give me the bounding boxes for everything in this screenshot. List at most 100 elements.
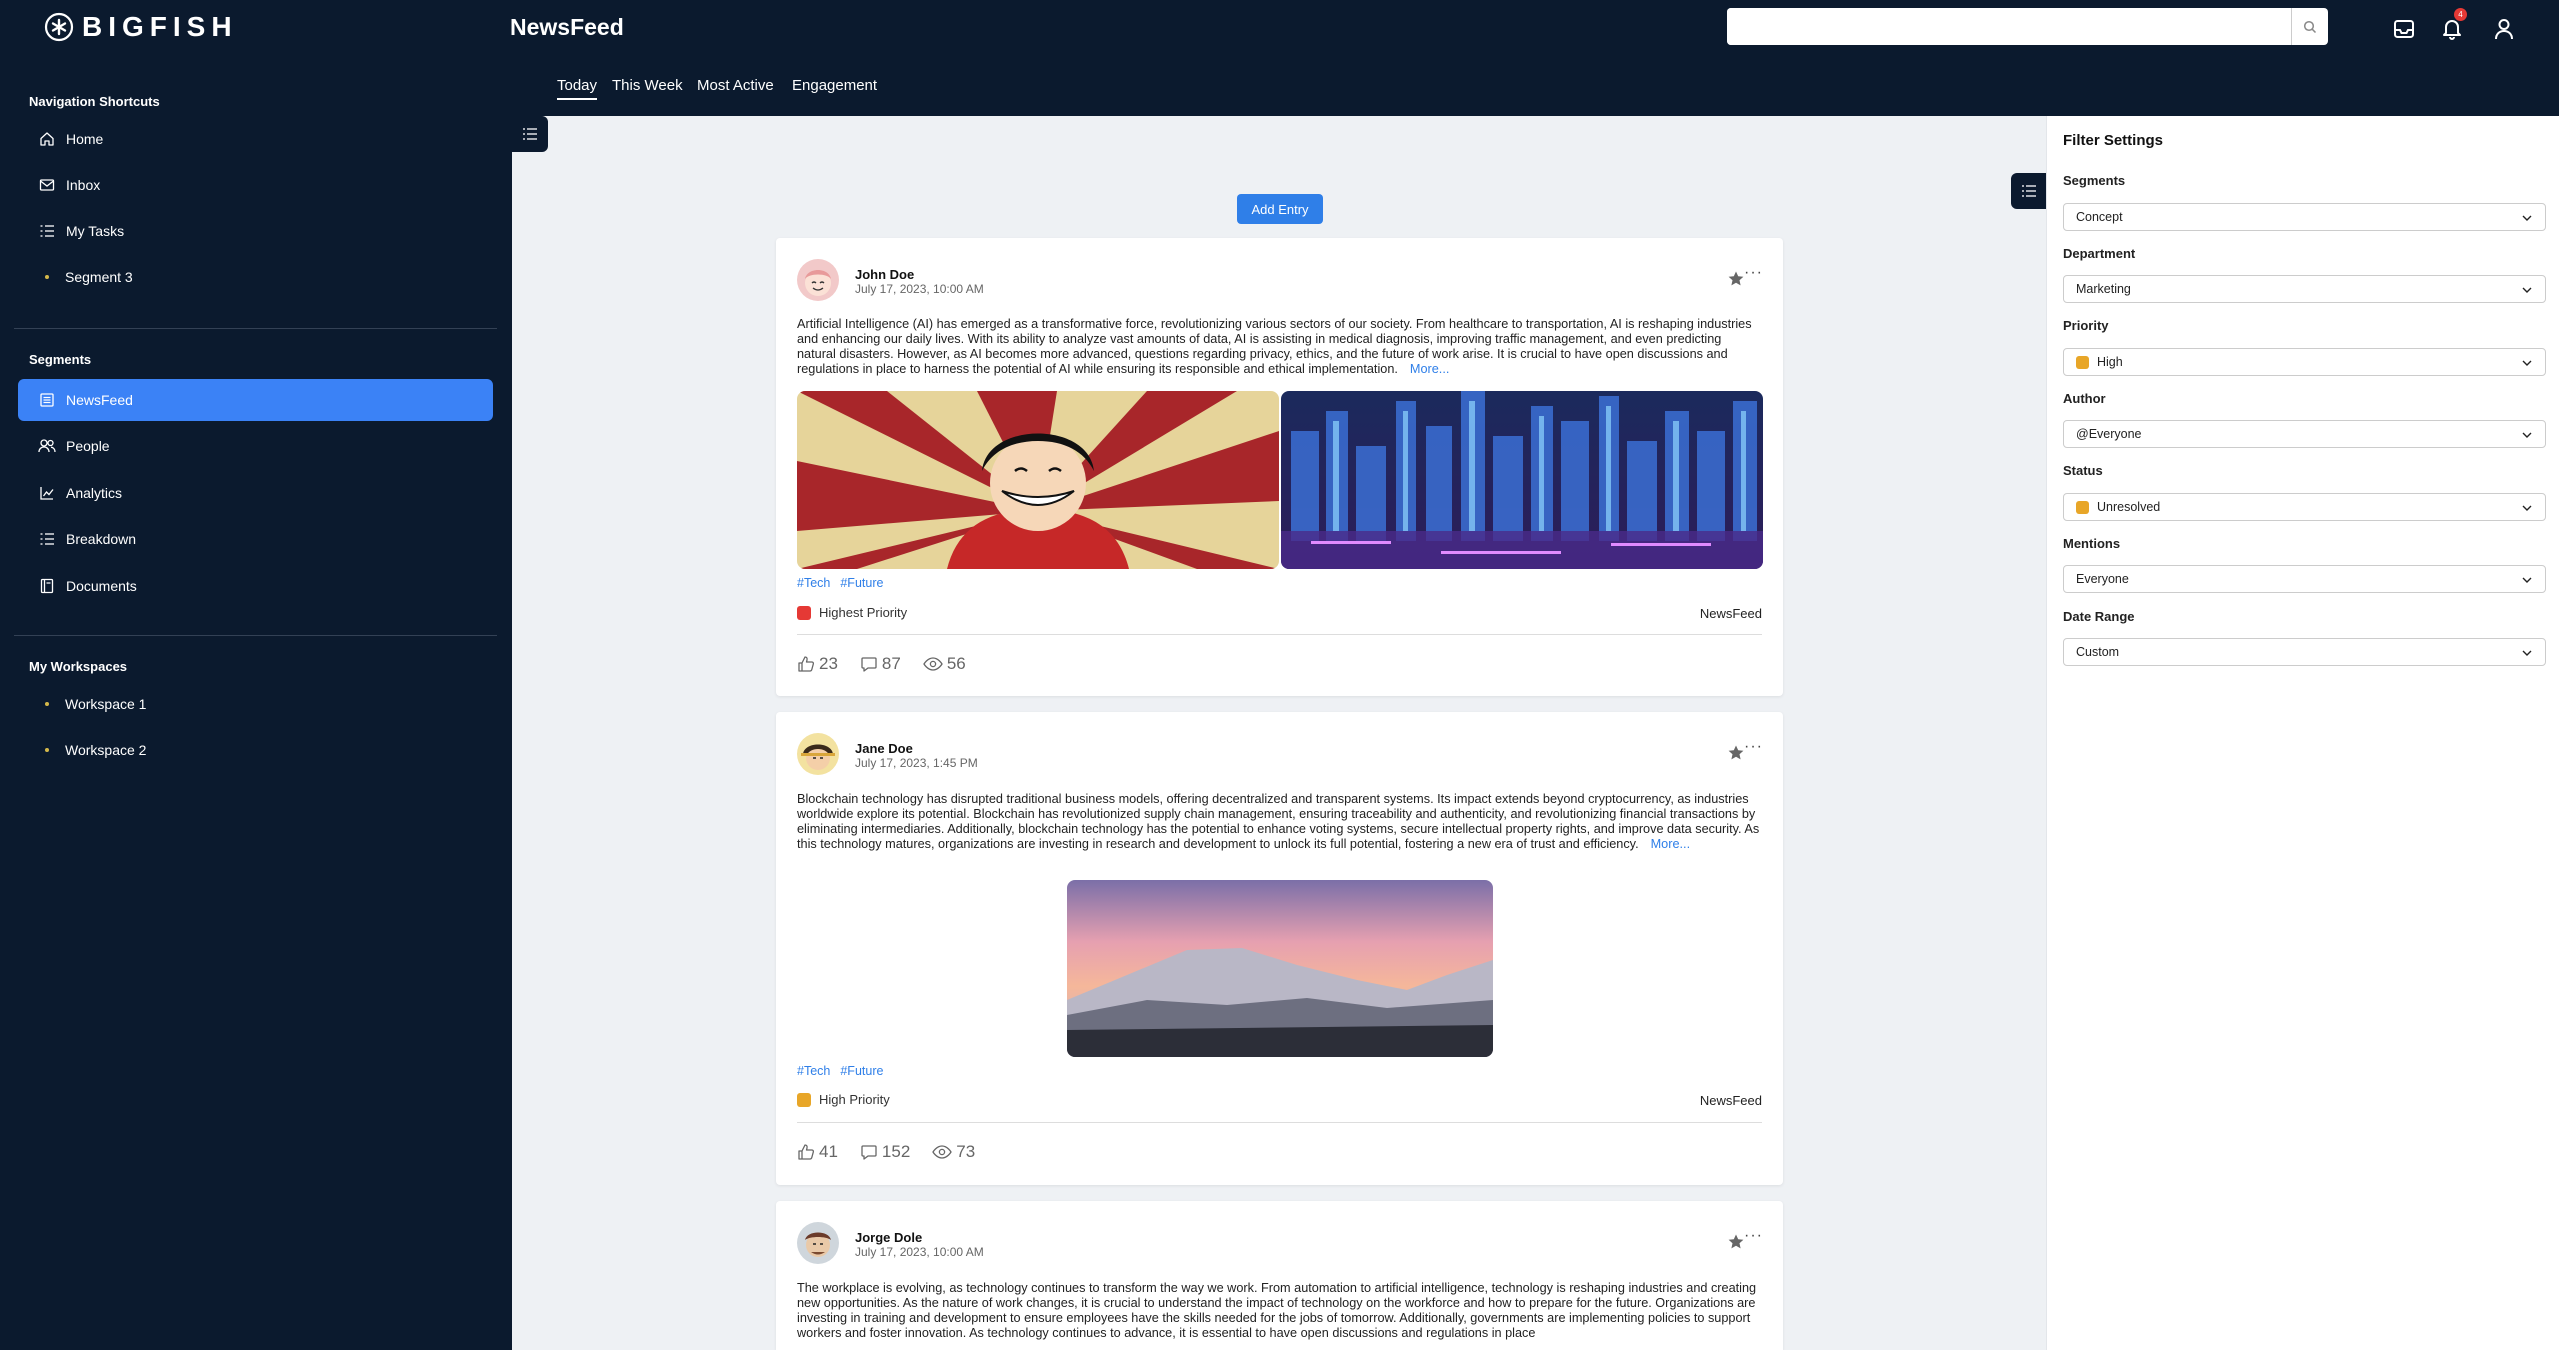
divider <box>797 1122 1762 1123</box>
sidebar-item-segment-3[interactable]: Segment 3 <box>18 256 493 298</box>
avatar[interactable] <box>797 259 839 301</box>
select-value: High <box>2097 355 2123 369</box>
tab-most-active[interactable]: Most Active <box>697 77 774 98</box>
sidebar-item-home[interactable]: Home <box>18 118 493 160</box>
star-icon[interactable] <box>1727 1233 1745 1251</box>
priority-swatch <box>2076 355 2089 369</box>
search-button[interactable] <box>2291 8 2328 45</box>
select-value: Concept <box>2076 210 2123 224</box>
sidebar-item-documents[interactable]: Documents <box>18 565 493 607</box>
shortcuts-title: Navigation Shortcuts <box>29 94 160 109</box>
view-count: 56 <box>946 654 966 673</box>
document-icon <box>38 577 56 595</box>
more-link[interactable]: More... <box>1410 362 1449 376</box>
filter-label-status: Status <box>2063 463 2103 478</box>
comment-button[interactable]: 152 <box>860 1142 910 1162</box>
left-panel-toggle[interactable] <box>512 116 548 152</box>
mentions-select[interactable]: Everyone <box>2063 565 2546 593</box>
star-icon[interactable] <box>1727 744 1745 762</box>
department-select[interactable]: Marketing <box>2063 275 2546 303</box>
sidebar-item-workspace-1[interactable]: Workspace 1 <box>18 683 493 725</box>
search-input[interactable] <box>1727 8 2291 45</box>
tab-bar: Today This Week Most Active Engagement <box>512 58 2559 116</box>
post-date: July 17, 2023, 1:45 PM <box>855 756 978 770</box>
workspaces-title: My Workspaces <box>29 659 128 674</box>
brand-logo[interactable]: BIGFISH <box>44 10 238 44</box>
notifications-button[interactable]: 4 <box>2435 8 2469 46</box>
search-bar <box>1727 8 2328 45</box>
sidebar-item-analytics[interactable]: Analytics <box>18 472 493 514</box>
star-icon[interactable] <box>1727 270 1745 288</box>
thumbs-up-icon <box>798 656 815 672</box>
status-select[interactable]: Unresolved <box>2063 493 2546 521</box>
like-button[interactable]: 23 <box>797 654 838 674</box>
tag-link[interactable]: #Tech <box>797 1064 830 1078</box>
post-image-anime[interactable] <box>797 391 1279 569</box>
divider <box>797 634 1762 635</box>
post-card: Jane Doe July 17, 2023, 1:45 PM ··· Bloc… <box>776 712 1783 1185</box>
avatar[interactable] <box>797 733 839 775</box>
more-link[interactable]: More... <box>1651 837 1690 851</box>
priority-label: High Priority <box>819 1092 890 1107</box>
views-indicator: 73 <box>932 1142 975 1162</box>
bell-icon <box>2443 20 2461 40</box>
bullet-icon <box>45 275 49 279</box>
mail-icon <box>38 176 56 194</box>
post-card: John Doe July 17, 2023, 10:00 AM ··· Art… <box>776 238 1783 696</box>
comment-button[interactable]: 87 <box>860 654 901 674</box>
profile-button[interactable] <box>2487 12 2521 46</box>
sidebar-item-label: People <box>66 438 110 454</box>
eye-icon <box>932 1145 953 1159</box>
post-author[interactable]: John Doe <box>855 267 914 282</box>
sidebar-item-people[interactable]: People <box>18 425 493 467</box>
date-range-select[interactable]: Custom <box>2063 638 2546 666</box>
select-value: @Everyone <box>2076 427 2142 441</box>
more-options-icon[interactable]: ··· <box>1744 1227 1763 1245</box>
sidebar-item-workspace-2[interactable]: Workspace 2 <box>18 729 493 771</box>
filter-label-author: Author <box>2063 391 2106 406</box>
tab-this-week[interactable]: This Week <box>612 77 683 98</box>
tag-link[interactable]: #Future <box>840 1064 883 1078</box>
post-image-city[interactable] <box>1281 391 1763 569</box>
select-value: Unresolved <box>2097 500 2161 514</box>
sidebar-item-breakdown[interactable]: Breakdown <box>18 518 493 560</box>
sidebar-item-my-tasks[interactable]: My Tasks <box>18 210 493 252</box>
more-options-icon[interactable]: ··· <box>1744 264 1763 282</box>
inbox-button[interactable] <box>2387 12 2421 46</box>
like-button[interactable]: 41 <box>797 1142 838 1162</box>
sidebar-item-inbox[interactable]: Inbox <box>18 164 493 206</box>
segments-select[interactable]: Concept <box>2063 203 2546 231</box>
tab-today[interactable]: Today <box>557 77 598 100</box>
post-section: NewsFeed <box>1699 1093 1762 1108</box>
sidebar-item-label: Analytics <box>66 485 123 501</box>
chevron-down-icon <box>2522 215 2532 221</box>
more-options-icon[interactable]: ··· <box>1744 738 1763 756</box>
list-icon <box>523 128 537 140</box>
chevron-down-icon <box>2522 577 2532 583</box>
post-text: Blockchain technology has disrupted trad… <box>797 792 1760 851</box>
chevron-down-icon <box>2522 650 2532 656</box>
post-author[interactable]: Jorge Dole <box>855 1230 922 1245</box>
sidebar-item-label: Segment 3 <box>65 269 133 285</box>
views-indicator: 56 <box>923 654 966 674</box>
tab-engagement[interactable]: Engagement <box>792 77 877 98</box>
post-image-mountain[interactable] <box>1067 880 1493 1057</box>
add-entry-button[interactable]: Add Entry <box>1237 194 1323 224</box>
sidebar-item-newsfeed[interactable]: NewsFeed <box>18 379 493 421</box>
comment-count: 87 <box>881 654 901 673</box>
filter-label-mentions: Mentions <box>2063 536 2121 551</box>
tag-link[interactable]: #Tech <box>797 576 830 590</box>
author-select[interactable]: @Everyone <box>2063 420 2546 448</box>
post-body: Artificial Intelligence (AI) has emerged… <box>797 317 1762 377</box>
priority-select[interactable]: High <box>2063 348 2546 376</box>
chart-icon <box>38 484 56 502</box>
avatar[interactable] <box>797 1222 839 1264</box>
post-date: July 17, 2023, 10:00 AM <box>855 282 984 296</box>
right-panel-toggle[interactable] <box>2011 173 2047 209</box>
select-value: Marketing <box>2076 282 2131 296</box>
sidebar-item-label: Workspace 1 <box>65 696 147 712</box>
post-author[interactable]: Jane Doe <box>855 741 913 756</box>
eye-icon <box>923 657 943 671</box>
chevron-down-icon <box>2522 505 2532 511</box>
tag-link[interactable]: #Future <box>840 576 883 590</box>
